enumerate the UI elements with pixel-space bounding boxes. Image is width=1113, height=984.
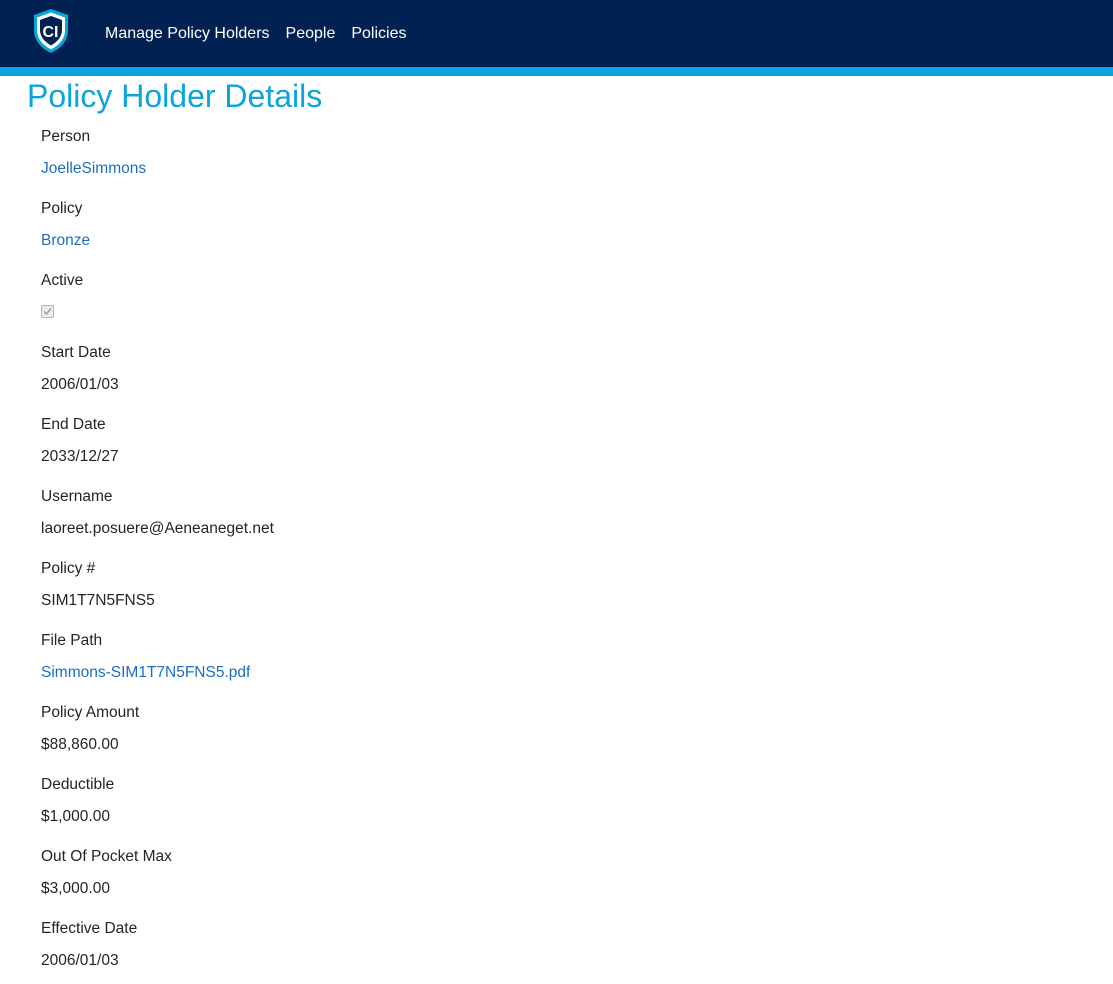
field-out-of-pocket-max: Out Of Pocket Max $3,000.00 <box>41 840 1113 912</box>
field-deductible: Deductible $1,000.00 <box>41 768 1113 840</box>
out-of-pocket-max-value: $3,000.00 <box>41 880 110 897</box>
policy-number-value: SIM1T7N5FNS5 <box>41 592 155 609</box>
start-date-value: 2006/01/03 <box>41 376 119 393</box>
field-label: Effective Date <box>41 920 138 937</box>
field-effective-date: Effective Date 2006/01/03 <box>41 912 1113 984</box>
field-label: Policy Amount <box>41 704 140 721</box>
username-value: laoreet.posuere@Aeneaneget.net <box>41 520 274 537</box>
field-label: File Path <box>41 632 103 649</box>
field-label: End Date <box>41 416 106 433</box>
field-end-date: End Date 2033/12/27 <box>41 408 1113 480</box>
policy-holder-details: Person JoelleSimmons Policy Bronze Activ… <box>41 120 1113 984</box>
nav-link-policies[interactable]: Policies <box>351 25 406 43</box>
active-checkbox <box>41 305 54 318</box>
checkmark-icon <box>43 308 52 316</box>
end-date-value: 2033/12/27 <box>41 448 119 465</box>
effective-date-value: 2006/01/03 <box>41 952 119 969</box>
field-start-date: Start Date 2006/01/03 <box>41 336 1113 408</box>
top-navbar: CI Manage Policy Holders People Policies <box>0 0 1113 76</box>
field-person: Person JoelleSimmons <box>41 120 1113 192</box>
field-label: Policy <box>41 200 83 217</box>
field-label: Username <box>41 488 113 505</box>
field-label: Deductible <box>41 776 115 793</box>
page-title: Policy Holder Details <box>27 78 323 114</box>
shield-logo-icon: CI <box>34 9 68 53</box>
policy-amount-value: $88,860.00 <box>41 736 119 753</box>
nav-link-manage-policy-holders[interactable]: Manage Policy Holders <box>105 25 270 43</box>
field-label: Person <box>41 128 91 145</box>
field-label: Active <box>41 272 84 289</box>
nav-link-people[interactable]: People <box>286 25 336 43</box>
logo-text: CI <box>43 24 59 41</box>
file-path-link[interactable]: Simmons-SIM1T7N5FNS5.pdf <box>41 663 250 683</box>
field-policy-amount: Policy Amount $88,860.00 <box>41 696 1113 768</box>
field-file-path: File Path Simmons-SIM1T7N5FNS5.pdf <box>41 624 1113 696</box>
brand-logo[interactable]: CI <box>32 8 70 54</box>
field-username: Username laoreet.posuere@Aeneaneget.net <box>41 480 1113 552</box>
field-policy-number: Policy # SIM1T7N5FNS5 <box>41 552 1113 624</box>
main-nav: Manage Policy Holders People Policies <box>105 0 423 67</box>
field-label: Policy # <box>41 560 96 577</box>
deductible-value: $1,000.00 <box>41 808 110 825</box>
field-label: Out Of Pocket Max <box>41 848 172 865</box>
field-active: Active <box>41 264 1113 336</box>
field-policy: Policy Bronze <box>41 192 1113 264</box>
field-label: Start Date <box>41 344 111 361</box>
policy-link[interactable]: Bronze <box>41 231 90 251</box>
person-link[interactable]: JoelleSimmons <box>41 159 146 179</box>
